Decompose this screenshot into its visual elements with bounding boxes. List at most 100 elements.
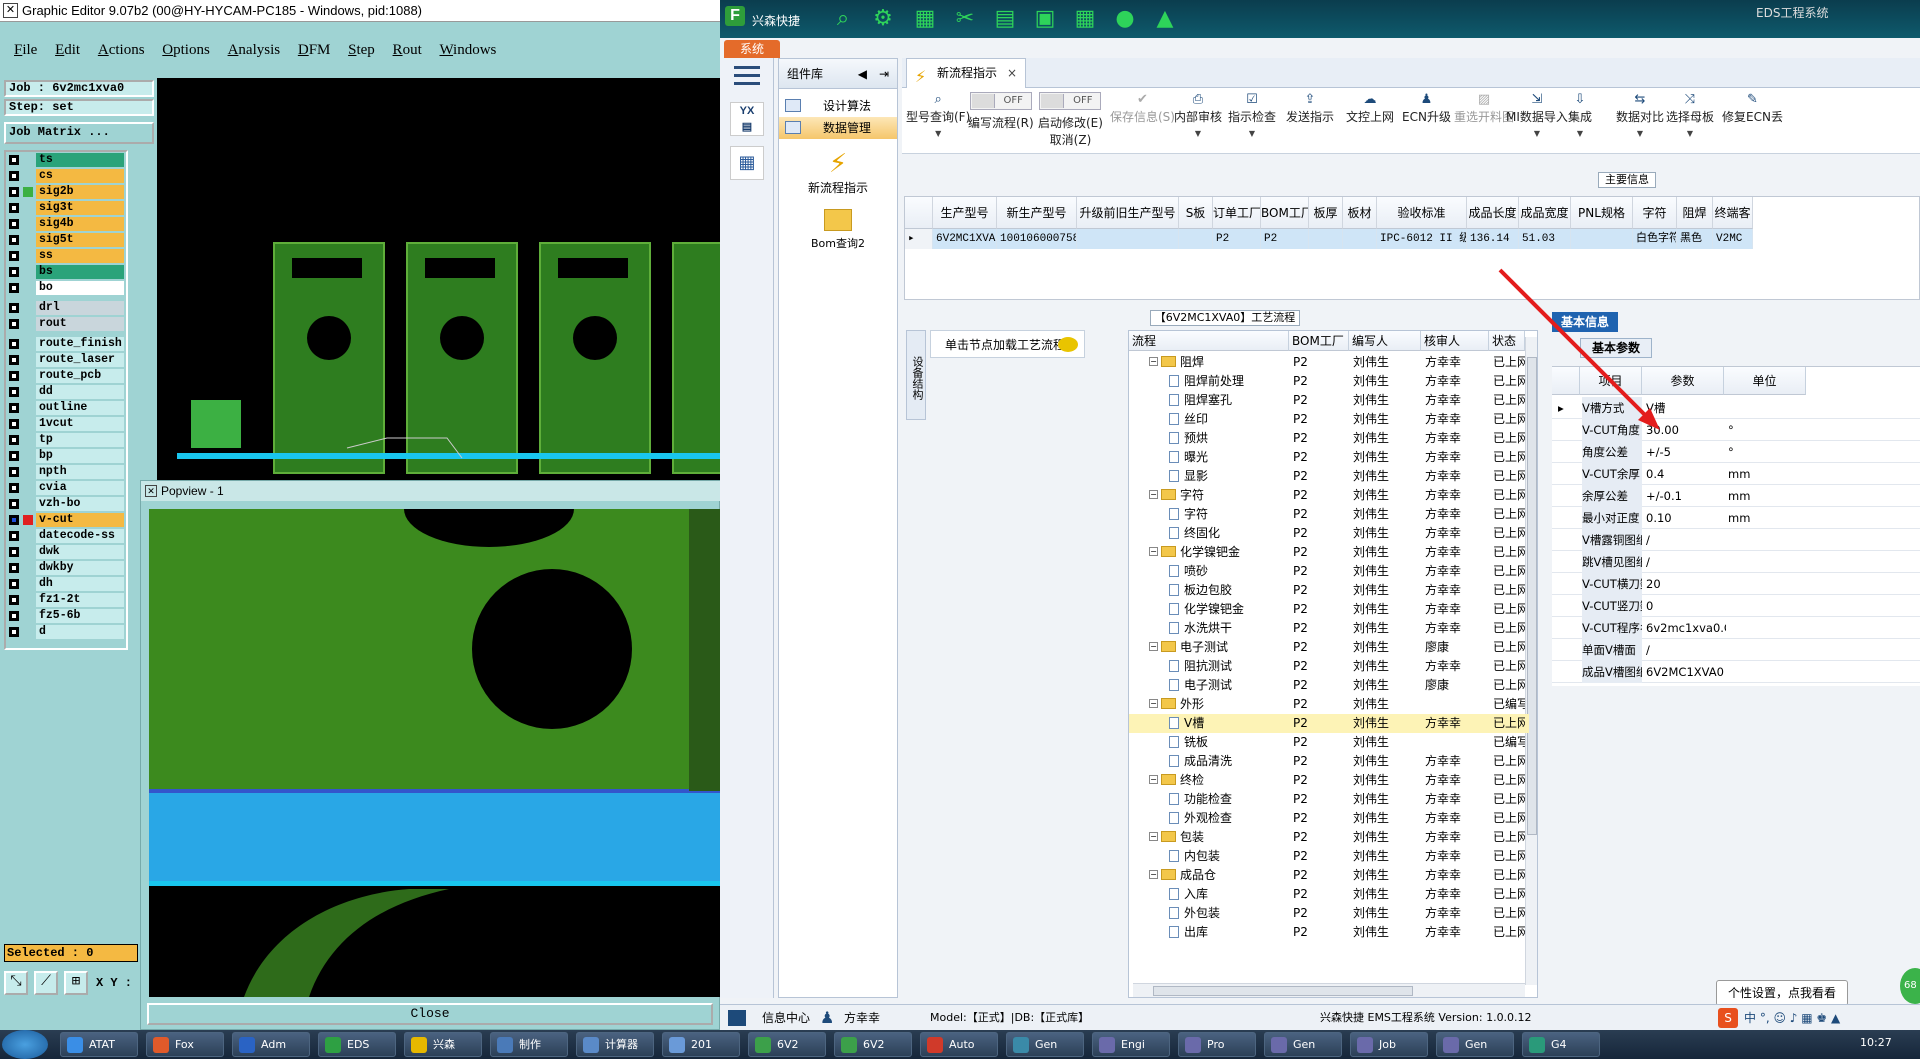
layer-row[interactable]: datecode-ss — [6, 528, 126, 544]
tree-row[interactable]: 丝印P2刘伟生方幸幸已上网 — [1129, 410, 1529, 429]
tree-row[interactable]: 电子测试 P2 刘伟生 廖康 已上网 — [1129, 676, 1529, 695]
param-row[interactable]: 角度公差 +/-5 ° — [1552, 441, 1920, 463]
layer-checkbox[interactable] — [9, 203, 19, 213]
tree-node[interactable]: 化学镍钯金 — [1169, 600, 1289, 619]
layer-color-swatch[interactable] — [23, 387, 33, 397]
param-row[interactable]: 跳V槽见图纸 / — [1552, 551, 1920, 573]
menu-rout[interactable]: Rout — [393, 42, 422, 59]
tree-node[interactable]: 终固化 — [1169, 524, 1289, 543]
ribbon-button[interactable]: OFF 编写流程(R) — [968, 92, 1034, 131]
layer-checkbox[interactable] — [9, 371, 19, 381]
column-header[interactable]: 升级前旧生产型号 — [1077, 197, 1179, 229]
layer-color-swatch[interactable] — [23, 267, 33, 277]
column-header[interactable]: 成品宽度 — [1519, 197, 1571, 229]
param-row[interactable]: 余厚公差 +/-0.1 mm — [1552, 485, 1920, 507]
tree-row[interactable]: 板边包胶 P2 刘伟生 方幸幸 已上网 — [1129, 581, 1529, 600]
layer-checkbox[interactable] — [9, 483, 19, 493]
dropdown-arrow-icon[interactable]: ▼ — [1616, 129, 1664, 138]
tree-node[interactable]: 丝印 — [1169, 410, 1289, 429]
taskbar-button[interactable]: 201 — [662, 1032, 740, 1057]
taskbar-button[interactable]: Fox — [146, 1032, 224, 1057]
tree-node[interactable]: 喷砂 — [1169, 562, 1289, 581]
layer-checkbox[interactable] — [9, 499, 19, 509]
tree-node[interactable]: 铣板 — [1169, 733, 1289, 752]
search-icon[interactable]: ⌕ — [830, 6, 856, 32]
tree-row[interactable]: − 包装 P2 刘伟生 方幸幸 已上网 — [1129, 828, 1529, 847]
ribbon-button[interactable]: ✔ 保存信息(S) — [1110, 92, 1175, 125]
tree-row[interactable]: − 终检 P2 刘伟生 方幸幸 已上网 — [1129, 771, 1529, 790]
tree-row[interactable]: − 化学镍钯金 P2 刘伟生 方幸幸 已上网 — [1129, 543, 1529, 562]
layer-row[interactable]: vzh-bo — [6, 496, 126, 512]
ribbon-button[interactable]: OFF 启动修改(E) 取消(Z) — [1038, 92, 1103, 148]
layer-color-swatch[interactable] — [23, 579, 33, 589]
ribbon-button[interactable]: ⇩ 集成 ▼ — [1568, 92, 1592, 138]
layer-row[interactable]: v-cut — [6, 512, 126, 528]
tree-row[interactable]: 出库 P2 刘伟生 方幸幸 已上网 — [1129, 923, 1529, 942]
info-center-label[interactable]: 信息中心 — [762, 1005, 810, 1030]
layer-row[interactable]: bs — [6, 264, 126, 280]
tree-row[interactable]: 预烘P2刘伟生方幸幸已上网 — [1129, 429, 1529, 448]
layer-color-swatch[interactable] — [23, 419, 33, 429]
layer-checkbox[interactable] — [9, 155, 19, 165]
layer-checkbox[interactable] — [9, 547, 19, 557]
tree-node[interactable]: 电子测试 — [1169, 676, 1289, 695]
ribbon-button[interactable]: ☁ 文控上网 — [1346, 92, 1394, 125]
column-header[interactable]: 终端客 — [1713, 197, 1753, 229]
taskbar-button[interactable]: Pro — [1178, 1032, 1256, 1057]
ribbon-button[interactable]: ⌕ 型号查询(F) ▼ — [906, 92, 970, 138]
param-value[interactable]: +/-0.1 — [1646, 485, 1726, 507]
layer-name[interactable]: route_laser — [36, 353, 124, 367]
tree-row[interactable]: 阻焊塞孔P2刘伟生方幸幸已上网 — [1129, 391, 1529, 410]
column-header[interactable]: PNL规格 — [1571, 197, 1633, 229]
taskbar-button[interactable]: Gen — [1264, 1032, 1342, 1057]
tray-icons[interactable]: 中 °, ☺ ♪ ▦ ♚ ▲ — [1744, 1005, 1840, 1030]
layer-row[interactable]: sig3t — [6, 200, 126, 216]
param-value[interactable]: 6v2mc1xva0.CSV — [1646, 617, 1726, 639]
layer-color-swatch[interactable] — [23, 515, 33, 525]
layer-color-swatch[interactable] — [23, 611, 33, 621]
layer-row[interactable]: dwk — [6, 544, 126, 560]
tree-row[interactable]: 曝光 P2 刘伟生 方幸幸 已上网 — [1129, 448, 1529, 467]
clipboard-icon[interactable]: ▣ — [1032, 6, 1058, 32]
layer-checkbox[interactable] — [9, 267, 19, 277]
menu-file[interactable]: File — [14, 42, 37, 59]
tree-row[interactable]: 成品清洗 P2 刘伟生 方幸幸 已上网 — [1129, 752, 1529, 771]
calculator-icon[interactable]: ▦ — [730, 146, 764, 180]
tree-column-header[interactable]: 核审人 — [1421, 331, 1489, 351]
personalize-tooltip[interactable]: 个性设置，点我看看 — [1716, 980, 1848, 1006]
tree-node[interactable]: − 外形 — [1149, 695, 1289, 714]
layer-checkbox[interactable] — [9, 319, 19, 329]
grid-cell[interactable]: P2 — [1213, 229, 1261, 249]
layer-color-swatch[interactable] — [23, 627, 33, 637]
param-value[interactable]: 0 — [1646, 595, 1726, 617]
column-header[interactable]: 生产型号 — [933, 197, 997, 229]
taskbar-button[interactable]: 6V2 — [748, 1032, 826, 1057]
layer-name[interactable]: bs — [36, 265, 124, 279]
ribbon-button[interactable]: ☑ 指示检查 ▼ — [1228, 92, 1276, 138]
layer-name[interactable]: sig4b — [36, 217, 124, 231]
layer-row[interactable]: dd — [6, 384, 126, 400]
scissors-icon[interactable]: ✂ — [952, 6, 978, 32]
tree-row[interactable]: 显影 P2 刘伟生 方幸幸 已上网 — [1129, 467, 1529, 486]
param-value[interactable]: +/-5 — [1646, 441, 1726, 463]
layer-checkbox[interactable] — [9, 403, 19, 413]
layer-checkbox[interactable] — [9, 435, 19, 445]
tree-node[interactable]: − 电子测试 — [1149, 638, 1289, 657]
flow-hint-box[interactable]: 单击节点加载工艺流程 — [930, 330, 1085, 358]
taskbar-button[interactable]: Engi — [1092, 1032, 1170, 1057]
tree-node[interactable]: 入库 — [1169, 885, 1289, 904]
layer-row[interactable]: bo — [6, 280, 126, 296]
layer-checkbox[interactable] — [9, 219, 19, 229]
tree-node[interactable]: 显影 — [1169, 467, 1289, 486]
tree-row[interactable]: −阻焊P2刘伟生方幸幸已上网 — [1129, 353, 1529, 372]
user-icon[interactable]: ● — [1112, 6, 1138, 32]
system-tab[interactable]: 系统 — [724, 40, 780, 58]
grid-cell[interactable]: 6V2MC1XVA0 — [933, 229, 997, 249]
layer-color-swatch[interactable] — [23, 547, 33, 557]
tree-column-header[interactable]: 编写人 — [1349, 331, 1421, 351]
layer-row[interactable]: sig2b — [6, 184, 126, 200]
horizontal-scrollbar[interactable] — [1133, 983, 1525, 997]
layer-name[interactable]: drl — [36, 301, 124, 315]
layer-name[interactable]: cs — [36, 169, 124, 183]
layer-checkbox[interactable] — [9, 251, 19, 261]
